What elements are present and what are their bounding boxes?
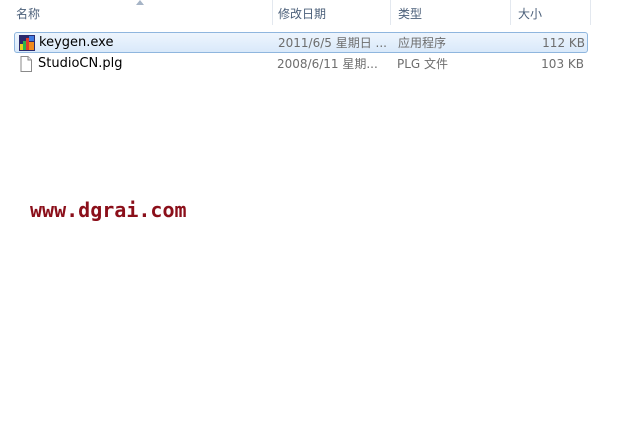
file-size: 103 KB [541,57,584,71]
file-size: 112 KB [542,36,585,50]
column-divider[interactable] [510,0,511,25]
file-explorer-window: 名称 修改日期 类型 大小 keygen.exe 2011/6/5 星期日 ..… [0,0,643,438]
column-header-type[interactable]: 类型 [392,0,510,25]
column-header-date[interactable]: 修改日期 [272,0,390,25]
column-header-size[interactable]: 大小 [512,0,590,25]
file-row[interactable]: keygen.exe 2011/6/5 星期日 ... 应用程序 112 KB [14,32,588,53]
column-divider[interactable] [390,0,391,25]
watermark-text: www.dgrai.com [30,198,187,222]
file-name: keygen.exe [39,35,114,50]
file-type: 应用程序 [398,36,447,50]
file-type: PLG 文件 [397,57,449,71]
exe-app-icon [19,35,35,51]
column-header-bar: 名称 修改日期 类型 大小 [0,0,643,25]
file-date: 2011/6/5 星期日 ... [278,36,387,50]
file-name: StudioCN.plg [38,56,123,71]
file-row[interactable]: StudioCN.plg 2008/6/11 星期... PLG 文件 103 … [14,54,588,75]
file-date: 2008/6/11 星期... [277,57,378,71]
sort-up-arrow-icon [136,0,144,5]
column-divider[interactable] [590,0,591,25]
blank-file-icon [20,56,32,72]
